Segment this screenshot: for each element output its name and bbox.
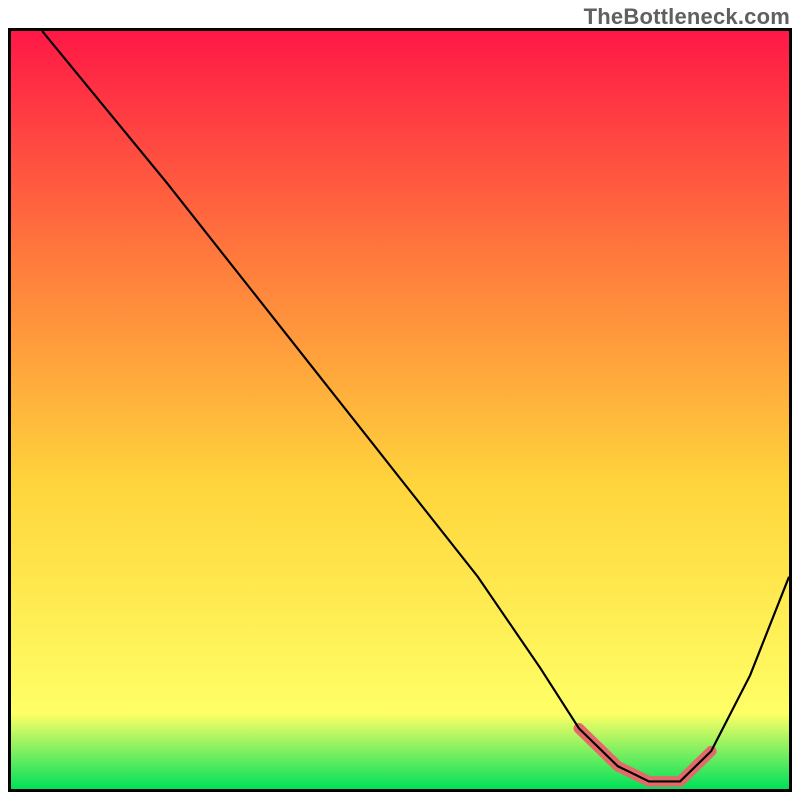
chart-stage: TheBottleneck.com (0, 0, 800, 800)
watermark-text: TheBottleneck.com (584, 4, 790, 30)
curve-layer (11, 31, 789, 789)
bottleneck-curve (42, 31, 789, 781)
plot-area (8, 28, 792, 792)
highlight-segment (579, 728, 711, 781)
